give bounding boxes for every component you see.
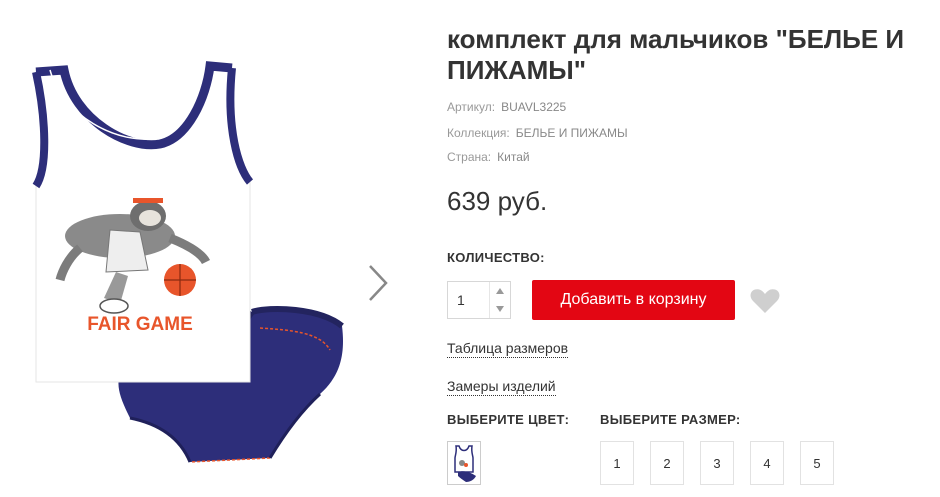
country-row: Страна: Китай xyxy=(447,150,530,164)
product-price: 639 руб. xyxy=(447,186,548,216)
stepper-controls xyxy=(489,282,510,318)
size-option-3[interactable]: 3 xyxy=(700,441,734,485)
quantity-decrease-button[interactable] xyxy=(490,300,510,318)
favorite-button[interactable] xyxy=(750,288,780,314)
chevron-right-icon xyxy=(369,265,388,301)
product-gallery: FAIR GAME xyxy=(0,0,420,497)
size-option-4[interactable]: 4 xyxy=(750,441,784,485)
collection-value: БЕЛЬЕ И ПИЖАМЫ xyxy=(515,126,628,140)
size-option-1[interactable]: 1 xyxy=(600,441,634,485)
collection-label: Коллекция: xyxy=(447,126,510,140)
article-value: BUAVL3225 xyxy=(501,100,567,114)
quantity-stepper xyxy=(447,281,511,319)
quantity-label: КОЛИЧЕСТВО: xyxy=(447,250,545,265)
add-to-cart-button[interactable]: Добавить в корзину xyxy=(532,280,735,320)
next-image-button[interactable] xyxy=(362,258,392,308)
product-title: комплект для мальчиков "БЕЛЬЕ И ПИЖАМЫ" xyxy=(447,24,905,85)
collection-row: Коллекция: БЕЛЬЕ И ПИЖАМЫ xyxy=(447,126,628,140)
size-option-5[interactable]: 5 xyxy=(800,441,834,485)
heart-icon xyxy=(750,289,780,313)
measurements-link[interactable]: Замеры изделий xyxy=(447,378,556,396)
color-thumbnail xyxy=(454,445,476,482)
size-select-label: ВЫБЕРИТЕ РАЗМЕР: xyxy=(600,412,741,427)
quantity-input[interactable] xyxy=(448,282,490,318)
size-option-2[interactable]: 2 xyxy=(650,441,684,485)
caret-up-icon xyxy=(496,288,504,294)
size-table-link[interactable]: Таблица размеров xyxy=(447,340,569,358)
product-image[interactable]: FAIR GAME xyxy=(20,58,350,478)
country-value: Китай xyxy=(497,150,530,164)
caret-down-icon xyxy=(496,306,504,312)
color-select-label: ВЫБЕРИТЕ ЦВЕТ: xyxy=(447,412,570,427)
color-swatch[interactable] xyxy=(447,441,481,485)
country-label: Страна: xyxy=(447,150,492,164)
print-text: FAIR GAME xyxy=(87,314,193,335)
tank-top-illustration: FAIR GAME xyxy=(32,61,254,383)
article-row: Артикул: BUAVL3225 xyxy=(447,100,566,114)
quantity-increase-button[interactable] xyxy=(490,282,510,300)
article-label: Артикул: xyxy=(447,100,496,114)
product-info: комплект для мальчиков "БЕЛЬЕ И ПИЖАМЫ" … xyxy=(447,0,937,497)
